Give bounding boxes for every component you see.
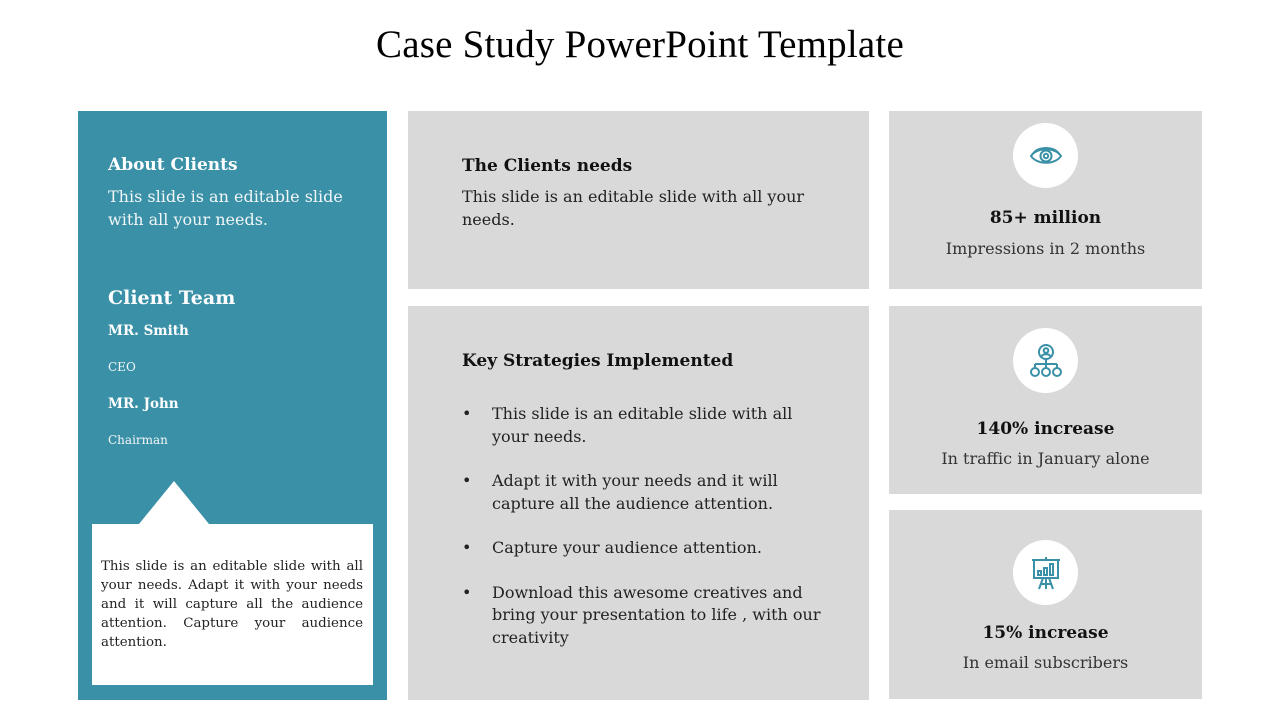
eye-icon: [1029, 146, 1062, 164]
stat-card: 140% increase In traffic in January alon…: [889, 306, 1202, 494]
list-item-text: Capture your audience attention.: [492, 538, 762, 557]
list-item: • This slide is an editable slide with al…: [462, 403, 832, 448]
list-item: • Adapt it with your needs and it will ca…: [462, 470, 832, 515]
bullet-icon: •: [462, 471, 472, 490]
list-item-text: Adapt it with your needs and it will cap…: [492, 471, 778, 513]
clients-needs-panel: The Clients needs This slide is an edita…: [408, 111, 869, 289]
bullet-icon: •: [462, 404, 472, 423]
list-item: • Download this awesome creatives and bri…: [462, 582, 832, 650]
clients-needs-heading: The Clients needs: [462, 156, 633, 176]
team-member-name: MR. Smith: [108, 323, 189, 339]
about-clients-heading: About Clients: [108, 155, 238, 175]
team-member-name: MR. John: [108, 396, 179, 412]
stat-label: Impressions in 2 months: [945, 239, 1146, 258]
list-item-text: This slide is an editable slide with all…: [492, 404, 793, 446]
list-item-text: Download this awesome creatives and brin…: [492, 582, 821, 647]
stat-card: 15% increase In email subscribers: [889, 510, 1202, 699]
callout-text: This slide is an editable slide with all…: [101, 559, 363, 650]
stat-icon-circle: [1013, 540, 1078, 605]
list-item: • Capture your audience attention.: [462, 537, 832, 560]
slide-title: Case Study PowerPoint Template: [376, 23, 904, 66]
bullet-icon: •: [462, 538, 472, 557]
key-strategies-panel: Key Strategies Implemented • This slide i…: [408, 306, 869, 700]
team-member-role: Chairman: [108, 433, 168, 447]
key-strategies-heading: Key Strategies Implemented: [462, 351, 734, 371]
stat-card: 85+ million Impressions in 2 months: [889, 111, 1202, 289]
clients-needs-text: This slide is an editable slide with all…: [462, 187, 805, 229]
client-team-heading: Client Team: [108, 287, 236, 309]
callout-box: This slide is an editable slide with all…: [92, 524, 373, 685]
stat-value: 140% increase: [976, 419, 1115, 439]
about-clients-text: This slide is an editable slide with all…: [108, 187, 343, 229]
stat-icon-circle: [1013, 123, 1078, 188]
team-member-role: CEO: [108, 360, 136, 374]
stat-value: 85+ million: [989, 208, 1102, 228]
strategies-list: • This slide is an editable slide with al…: [462, 403, 832, 671]
stat-icon-circle: [1013, 328, 1078, 393]
org-chart-icon: [1029, 343, 1062, 377]
about-clients-panel: About Clients This slide is an editable …: [78, 111, 387, 700]
presentation-chart-icon: [1031, 556, 1060, 589]
bullet-icon: •: [462, 582, 472, 602]
stat-label: In traffic in January alone: [941, 449, 1150, 468]
stat-value: 15% increase: [982, 623, 1109, 643]
callout-pointer: [139, 481, 209, 524]
stat-label: In email subscribers: [962, 653, 1129, 672]
